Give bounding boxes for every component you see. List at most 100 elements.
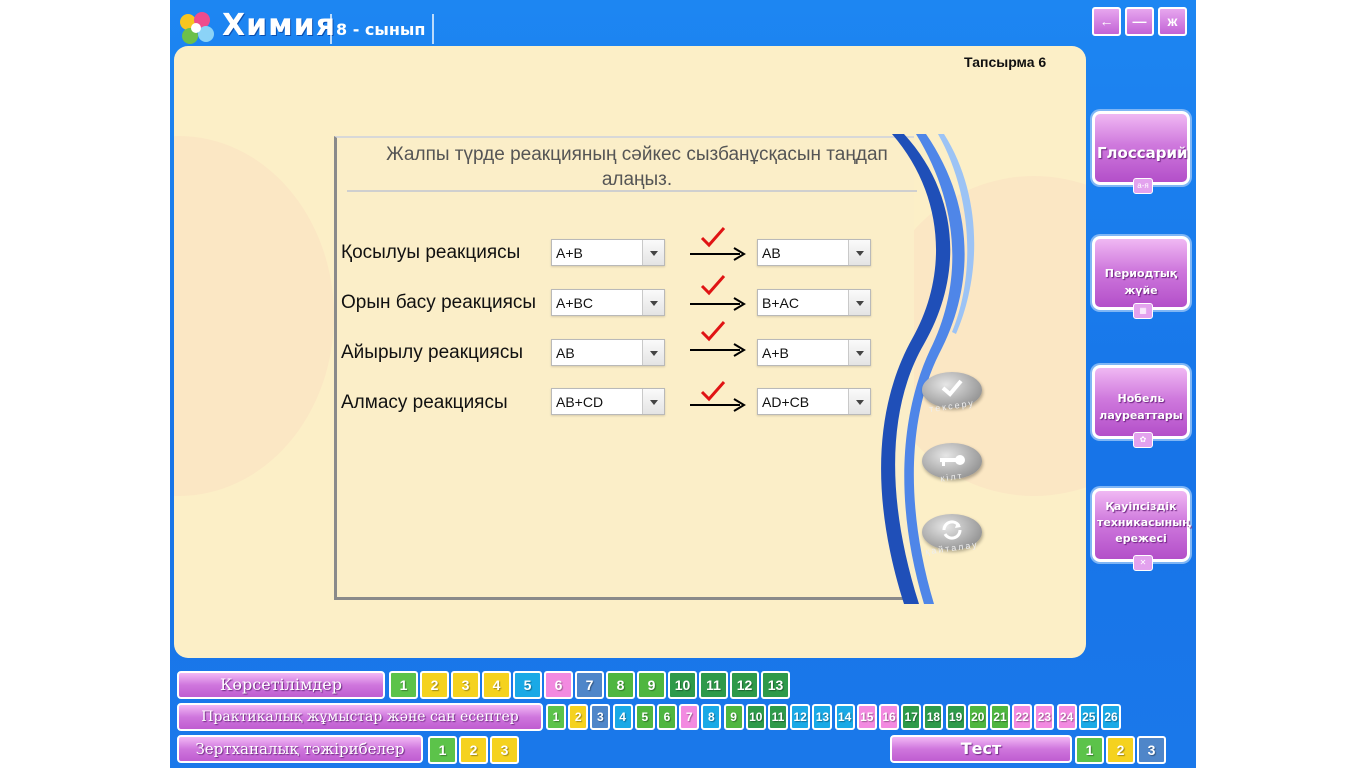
practical-button-11[interactable]: 11 bbox=[768, 704, 788, 730]
practical-button-10[interactable]: 10 bbox=[745, 704, 766, 730]
practical-button-22[interactable]: 22 bbox=[1012, 704, 1033, 730]
instruction-line: Жалпы түрде реакцияның сәйкес сызбанұсқа… bbox=[386, 144, 888, 165]
demo-button-3[interactable]: 3 bbox=[451, 671, 480, 699]
chevron-down-icon[interactable] bbox=[848, 290, 870, 315]
dropdown-value: A+B bbox=[556, 245, 583, 261]
header-divider bbox=[432, 14, 434, 44]
glossary-button[interactable]: Глоссарий а-я bbox=[1092, 111, 1190, 194]
lab-button-1[interactable]: 1 bbox=[428, 736, 457, 764]
chevron-down-icon[interactable] bbox=[642, 290, 664, 315]
arrow-icon bbox=[690, 247, 746, 261]
background-shape bbox=[174, 136, 334, 496]
label-line: лауреаттары bbox=[1099, 409, 1183, 422]
practical-button-17[interactable]: 17 bbox=[901, 704, 922, 730]
dropdown-value: AB+CD bbox=[556, 394, 604, 410]
chevron-down-icon[interactable] bbox=[848, 340, 870, 365]
practical-button-4[interactable]: 4 bbox=[612, 704, 633, 730]
practical-button-9[interactable]: 9 bbox=[723, 704, 744, 730]
safety-label: Қауіпсіздік техникасының ережесі bbox=[1097, 499, 1192, 547]
lab-button-2[interactable]: 2 bbox=[459, 736, 488, 764]
practical-button-1[interactable]: 1 bbox=[546, 704, 566, 730]
left-scheme-dropdown[interactable]: A+B bbox=[551, 239, 665, 266]
key-button[interactable]: кілт bbox=[922, 443, 982, 484]
practical-button-2[interactable]: 2 bbox=[568, 704, 589, 730]
demo-button-2[interactable]: 2 bbox=[420, 671, 449, 699]
tools-icon: ✕ bbox=[1133, 555, 1153, 571]
divider bbox=[347, 190, 917, 192]
practical-button-24[interactable]: 24 bbox=[1056, 704, 1077, 730]
practical-button-5[interactable]: 5 bbox=[634, 704, 655, 730]
demo-button-12[interactable]: 12 bbox=[730, 671, 759, 699]
close-button[interactable]: ж bbox=[1158, 7, 1187, 36]
chevron-down-icon[interactable] bbox=[642, 340, 664, 365]
key-icon bbox=[940, 455, 965, 466]
check-button[interactable]: тексеру bbox=[922, 372, 982, 414]
header-divider bbox=[330, 14, 332, 44]
demo-button-5[interactable]: 5 bbox=[513, 671, 542, 699]
practical-button-6[interactable]: 6 bbox=[657, 704, 677, 730]
left-scheme-dropdown[interactable]: A+BC bbox=[551, 289, 665, 316]
chevron-down-icon[interactable] bbox=[848, 389, 870, 414]
practical-button-26[interactable]: 26 bbox=[1101, 704, 1121, 730]
lab-experiments-button[interactable]: Зертханалық тәжірибелер bbox=[177, 735, 423, 763]
practical-button-14[interactable]: 14 bbox=[834, 704, 855, 730]
test-variant-button-2[interactable]: 2 bbox=[1106, 736, 1135, 764]
instruction-line: алаңыз. bbox=[601, 169, 673, 190]
practical-works-button[interactable]: Практикалық жұмыстар және сан есептер bbox=[177, 703, 543, 731]
left-scheme-dropdown[interactable]: AB bbox=[551, 339, 665, 366]
practical-button-23[interactable]: 23 bbox=[1034, 704, 1055, 730]
reaction-label: Айырылу реакциясы bbox=[341, 342, 523, 363]
demo-button-6[interactable]: 6 bbox=[544, 671, 573, 699]
checkmark-icon bbox=[941, 379, 963, 397]
periodic-table-button[interactable]: Периодтық жүйе ▦ bbox=[1092, 236, 1190, 319]
practical-button-16[interactable]: 16 bbox=[879, 704, 899, 730]
left-scheme-dropdown[interactable]: AB+CD bbox=[551, 388, 665, 415]
practical-button-12[interactable]: 12 bbox=[790, 704, 811, 730]
demonstrations-button[interactable]: Көрсетілімдер bbox=[177, 671, 385, 699]
retry-button[interactable]: қайталау bbox=[922, 514, 982, 557]
practical-button-13[interactable]: 13 bbox=[812, 704, 833, 730]
practical-button-7[interactable]: 7 bbox=[679, 704, 700, 730]
demo-button-13[interactable]: 13 bbox=[761, 671, 790, 699]
practical-button-25[interactable]: 25 bbox=[1078, 704, 1099, 730]
chevron-down-icon[interactable] bbox=[848, 240, 870, 265]
right-scheme-dropdown[interactable]: AB bbox=[757, 239, 871, 266]
label-line: техникасының bbox=[1097, 516, 1192, 529]
demo-button-10[interactable]: 10 bbox=[668, 671, 697, 699]
checkmark-icon bbox=[700, 321, 726, 342]
right-scheme-dropdown[interactable]: A+B bbox=[757, 339, 871, 366]
demo-button-1[interactable]: 1 bbox=[389, 671, 418, 699]
test-button[interactable]: Тест bbox=[890, 735, 1072, 763]
demo-button-4[interactable]: 4 bbox=[482, 671, 511, 699]
minimize-button[interactable]: — bbox=[1125, 7, 1154, 36]
practical-button-19[interactable]: 19 bbox=[945, 704, 966, 730]
practical-button-3[interactable]: 3 bbox=[590, 704, 611, 730]
safety-rules-button[interactable]: Қауіпсіздік техникасының ережесі ✕ bbox=[1092, 488, 1192, 571]
practical-button-15[interactable]: 15 bbox=[856, 704, 877, 730]
refresh-icon bbox=[942, 520, 962, 540]
demo-button-11[interactable]: 11 bbox=[699, 671, 728, 699]
demo-button-8[interactable]: 8 bbox=[606, 671, 635, 699]
test-variant-button-3[interactable]: 3 bbox=[1137, 736, 1166, 764]
back-button[interactable]: ← bbox=[1092, 7, 1121, 36]
medal-icon: ✿ bbox=[1133, 432, 1153, 448]
practical-button-20[interactable]: 20 bbox=[967, 704, 988, 730]
right-scheme-dropdown[interactable]: AD+CB bbox=[757, 388, 871, 415]
dropdown-value: AD+CB bbox=[762, 394, 810, 410]
lab-button-3[interactable]: 3 bbox=[490, 736, 519, 764]
practical-button-18[interactable]: 18 bbox=[923, 704, 944, 730]
demo-button-9[interactable]: 9 bbox=[637, 671, 666, 699]
label-line: Периодтық bbox=[1104, 267, 1178, 280]
chevron-down-icon[interactable] bbox=[642, 240, 664, 265]
test-variant-button-1[interactable]: 1 bbox=[1075, 736, 1104, 764]
practical-button-21[interactable]: 21 bbox=[990, 704, 1010, 730]
chevron-down-icon[interactable] bbox=[642, 389, 664, 414]
label-line: Нобель bbox=[1117, 392, 1165, 405]
practical-button-8[interactable]: 8 bbox=[701, 704, 722, 730]
periodic-label: Периодтық жүйе bbox=[1097, 265, 1185, 299]
nobel-laureates-button[interactable]: Нобель лауреаттары ✿ bbox=[1092, 365, 1190, 448]
app-window: Химия 8 - сынып ← — ж Тапсырма 6 Жалпы т… bbox=[170, 0, 1196, 768]
right-scheme-dropdown[interactable]: B+AC bbox=[757, 289, 871, 316]
demo-button-7[interactable]: 7 bbox=[575, 671, 604, 699]
dropdown-value: A+BC bbox=[556, 295, 593, 311]
